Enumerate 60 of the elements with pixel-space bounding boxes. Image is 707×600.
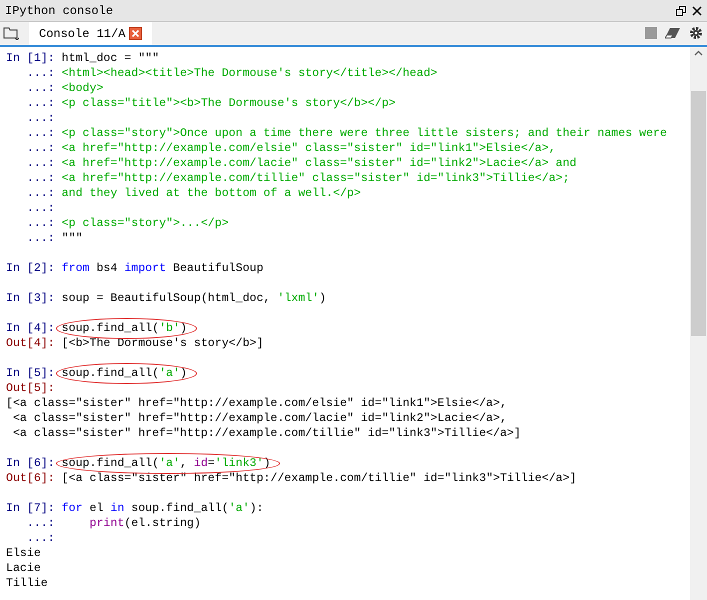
prompt-label: In [7]: <box>6 501 56 516</box>
code-text: soup = BeautifulSoup(html_doc, 'lxml') <box>62 291 326 306</box>
code-text: print(el.string) <box>88 516 201 531</box>
folder-icon[interactable] <box>3 26 19 40</box>
code-text: Lacie <box>6 561 41 576</box>
code-text: <a href="http://example.com/tillie" class="sister" id="link3">Tillie</a>; <box>62 171 570 186</box>
console-tab[interactable]: Console 11/A <box>29 22 152 45</box>
restore-icon[interactable] <box>676 6 686 16</box>
prompt-label: ...: <box>26 531 55 546</box>
close-icon[interactable] <box>692 6 702 16</box>
window-title: IPython console <box>5 2 114 20</box>
prompt-label: Out[6]: <box>6 471 56 486</box>
code-text: <p class="story">Once upon a time there were three little sisters; and their names were <box>62 126 667 141</box>
code-text: <a href="http://example.com/lacie" class="sister" id="link2">Lacie</a> and <box>62 156 577 171</box>
prompt-label: In [2]: <box>6 261 56 276</box>
code-text: <a class="sister" href="http://example.com/lacie" id="link2">Lacie</a>, <box>12 411 507 426</box>
code-text: [<a class="sister" href="http://example.com/tillie" id="link3">Tillie</a>] <box>62 471 577 486</box>
prompt-label: ...: <box>26 126 56 141</box>
scroll-up-icon[interactable] <box>694 50 703 56</box>
code-text: """ <box>62 231 83 246</box>
code-text: html_doc = """ <box>62 51 160 66</box>
prompt-label: In [4]: <box>6 321 56 336</box>
prompt-label: ...: <box>26 201 55 216</box>
prompt-label: ...: <box>26 156 56 171</box>
prompt-label: ...: <box>26 66 56 81</box>
prompt-label: ...: <box>26 81 56 96</box>
prompt-label: ...: <box>26 171 56 186</box>
prompt-label: ...: <box>26 141 56 156</box>
prompt-label: In [5]: <box>6 366 56 381</box>
code-text: Tillie <box>6 576 48 591</box>
prompt-label: Out[4]: <box>6 336 56 351</box>
code-text: <p class="story">...</p> <box>62 216 229 231</box>
code-text: <a href="http://example.com/elsie" class="sister" id="link1">Elsie</a>, <box>62 141 556 156</box>
code-text: for el in soup.find_all('a'): <box>62 501 264 516</box>
code-text: <p class="title"><b>The Dormouse's story</b></p> <box>62 96 396 111</box>
code-text: [<b>The Dormouse's story</b>] <box>62 336 264 351</box>
prompt-label: In [1]: <box>6 51 56 66</box>
code-text: <html><head><title>The Dormouse's story</title></head> <box>62 66 438 81</box>
code-text: <body> <box>62 81 104 96</box>
code-text: from bs4 import BeautifulSoup <box>62 261 264 276</box>
code-text: soup.find_all('a', id='link3') <box>62 457 270 470</box>
prompt-label: ...: <box>26 111 55 126</box>
code-text: Elsie <box>6 546 41 561</box>
code-text: soup.find_all('b') <box>62 322 187 335</box>
prompt-label: In [6]: <box>6 456 56 471</box>
scrollbar-thumb[interactable] <box>691 91 706 336</box>
code-text: [<a class="sister" href="http://example.com/elsie" id="link1">Elsie</a>, <box>6 396 507 411</box>
prompt-label: ...: <box>26 186 56 201</box>
code-text: <a class="sister" href="http://example.com/tillie" id="link3">Tillie</a>] <box>12 426 521 441</box>
prompt-label: ...: <box>26 231 56 246</box>
eraser-icon[interactable] <box>665 27 681 39</box>
prompt-label: ...: <box>26 96 56 111</box>
prompt-label: In [3]: <box>6 291 56 306</box>
code-text: and they lived at the bottom of a well.</p> <box>62 186 361 201</box>
prompt-label: ...: <box>26 516 56 531</box>
scrollbar[interactable] <box>690 47 707 600</box>
prompt-label: Out[5]: <box>6 381 55 396</box>
prompt-label: ...: <box>26 216 56 231</box>
gear-icon[interactable] <box>689 26 703 40</box>
code-text: soup.find_all('a') <box>62 367 187 380</box>
